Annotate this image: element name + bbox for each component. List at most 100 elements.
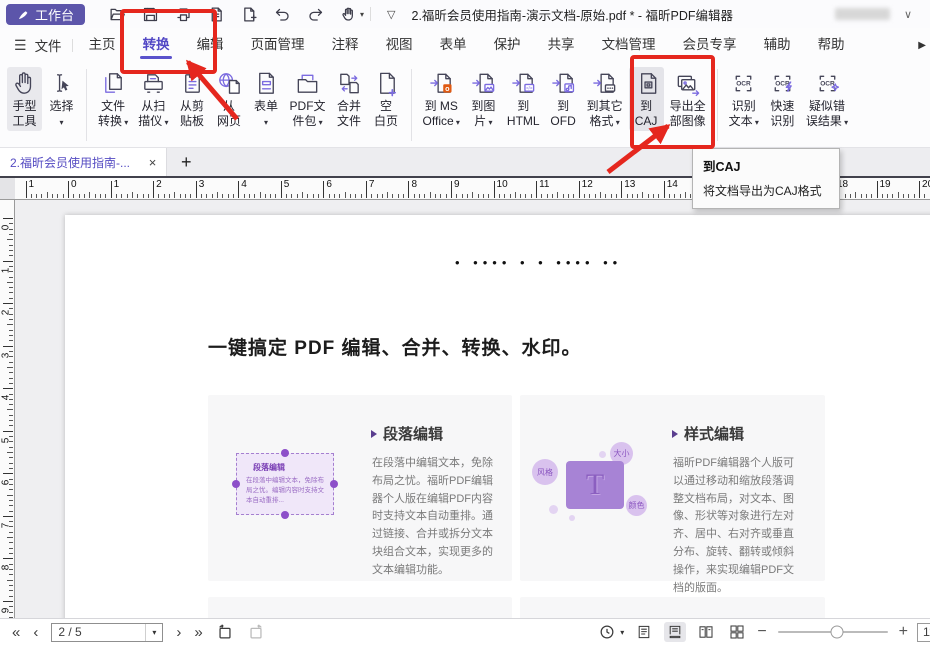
toolbar-button-到图片[interactable]: 到图 片 ▾	[466, 67, 501, 132]
rotate-caret-icon[interactable]: ▾	[620, 628, 624, 637]
page-setup-icon[interactable]	[208, 6, 225, 23]
print-icon[interactable]	[175, 6, 192, 23]
menu-tab-表单[interactable]: 表单	[440, 28, 467, 62]
toolbar-button-到HTML[interactable]: </>到 HTML	[503, 67, 544, 131]
toolbar-button-识别文本[interactable]: OCR识别 文本 ▾	[725, 67, 763, 132]
toolbar-button-手型工具[interactable]: 手型 工具	[7, 67, 42, 131]
pdf-page[interactable]: • •••• • • •••• •• 一键搞定 PDF 编辑、合并、转换、水印。…	[65, 215, 930, 618]
ruler-minor-tick	[9, 590, 13, 591]
ruler-minor-tick	[627, 194, 628, 198]
toolbar-button-选择[interactable]: 选择 ▾	[44, 67, 79, 132]
menu-tab-页面管理[interactable]: 页面管理	[251, 28, 305, 62]
document-tab[interactable]: 2.福昕会员使用指南-... ×	[0, 148, 167, 176]
continuous-view-button[interactable]	[664, 622, 686, 642]
toolbar-button-文件转换[interactable]: 文件 转换 ▾	[94, 67, 132, 132]
ruler-minor-tick	[547, 194, 548, 198]
toolbar-button-PDF文件包[interactable]: PDF文 件包 ▾	[286, 67, 330, 132]
redo-icon[interactable]	[307, 6, 324, 23]
menu-tab-转换[interactable]: 转换	[143, 28, 170, 62]
menu-tab-会员专享[interactable]: 会员专享	[683, 28, 737, 62]
toolbar-button-快速识别[interactable]: OCR快速 识别	[765, 67, 800, 131]
combobox-caret-icon[interactable]: ▾	[145, 624, 162, 641]
toolbar-button-空白页[interactable]: 空 白页	[369, 67, 404, 131]
menu-tab-编辑[interactable]: 编辑	[197, 28, 224, 62]
next-page-button[interactable]: ›	[176, 625, 181, 640]
menu-tab-主页[interactable]: 主页	[89, 28, 116, 62]
single-page-view-button[interactable]	[633, 622, 655, 642]
ruler-minor-tick	[462, 194, 463, 198]
menu-overflow-icon[interactable]: ▶	[918, 40, 926, 51]
ruler-minor-tick	[9, 255, 13, 256]
bottom-card	[208, 597, 512, 618]
zoom-value-box[interactable]: 11	[917, 623, 930, 642]
hand-tool-caret-icon[interactable]: ▾	[360, 10, 364, 19]
toolbar-button-导出全部图像[interactable]: 导出全 部图像	[666, 67, 710, 131]
toolbar-button-疑似错误结果[interactable]: OCR疑似错 误结果 ▾	[802, 67, 852, 132]
open-file-icon[interactable]	[109, 6, 126, 23]
facing-continuous-view-button[interactable]	[726, 622, 748, 642]
toolbar-button-从扫描仪[interactable]: 从扫 描仪 ▾	[134, 67, 172, 132]
ruler-minor-tick	[7, 324, 13, 325]
page-number-value: 2 / 5	[58, 625, 81, 639]
ruler-minor-tick	[653, 194, 654, 198]
facing-view-button[interactable]	[695, 622, 717, 642]
toolbar-expand-icon[interactable]: ▽	[387, 8, 395, 21]
hamburger-icon[interactable]: ☰	[14, 37, 27, 54]
menu-tab-视图[interactable]: 视图	[386, 28, 413, 62]
toolbar-button-到OFD[interactable]: 到 OFD	[546, 67, 581, 131]
dropdown-caret-icon: ▾	[316, 118, 322, 127]
ruler-minor-tick	[228, 194, 229, 198]
ruler-tick	[3, 346, 13, 347]
page-number-combobox[interactable]: 2 / 5 ▾	[51, 623, 163, 642]
ruler-tick	[877, 181, 878, 198]
ruler-minor-tick	[57, 194, 58, 198]
account-info-blurred[interactable]	[835, 8, 890, 20]
toolbar-button-合并文件[interactable]: 合并 文件	[332, 67, 367, 131]
deco-dot	[599, 451, 606, 458]
hand-tool-icon[interactable]	[340, 6, 357, 23]
toolbar-button-从网页[interactable]: 从 网页	[212, 67, 247, 131]
toolbar-button-到 MSOffice[interactable]: o到 MS Office ▾	[419, 67, 464, 132]
menu-tab-辅助[interactable]: 辅助	[764, 28, 791, 62]
save-icon[interactable]	[142, 6, 159, 23]
card-style-edit: 风格 大小 颜色 T 样式编辑 福昕PDF编辑器个人版可以通过移动和缩放段落调整…	[520, 395, 825, 581]
menu-tab-文档管理[interactable]: 文档管理	[602, 28, 656, 62]
zoom-out-button[interactable]: −	[757, 624, 766, 640]
ruler-minor-tick	[611, 194, 612, 198]
account-chevron-icon[interactable]: ∨	[904, 8, 912, 21]
ruler-minor-tick	[892, 194, 893, 198]
first-page-button[interactable]: «	[12, 625, 20, 640]
toolbar-button-表单[interactable]: 表单 ▾	[249, 67, 284, 132]
zoom-in-button[interactable]: +	[899, 624, 908, 640]
toolbar-button-从剪贴板[interactable]: 从剪 贴板	[175, 67, 210, 131]
rotate-view-button[interactable]	[598, 623, 616, 641]
menu-tab-帮助[interactable]: 帮助	[818, 28, 845, 62]
previous-view-button[interactable]	[216, 623, 234, 641]
next-view-button[interactable]	[247, 623, 265, 641]
workspace-button[interactable]: 工作台	[6, 4, 85, 25]
last-page-button[interactable]: »	[194, 625, 202, 640]
statusbar-right: ▾ − + 11	[598, 619, 930, 645]
menu-tab-注释[interactable]: 注释	[332, 28, 359, 62]
toolbar-button-到CAJ[interactable]: 到 CAJ	[629, 67, 664, 131]
menu-tab-共享[interactable]: 共享	[548, 28, 575, 62]
zoom-slider-thumb[interactable]	[831, 626, 844, 639]
undo-icon[interactable]	[274, 6, 291, 23]
zoom-slider[interactable]	[778, 631, 888, 633]
ruler-minor-tick	[9, 553, 13, 554]
toolbar-button-label: 到 HTML	[507, 99, 540, 129]
ruler-minor-tick	[9, 372, 13, 373]
ruler-minor-tick	[9, 596, 13, 597]
toolbar-button-到其它格式[interactable]: 到其它 格式 ▾	[583, 67, 627, 132]
menu-file[interactable]: 文件	[35, 35, 62, 55]
new-tab-button[interactable]: +	[181, 153, 192, 171]
tab-close-icon[interactable]: ×	[145, 155, 160, 170]
prev-page-button[interactable]: ‹	[33, 625, 38, 640]
new-doc-icon[interactable]	[241, 6, 258, 23]
ruler-minor-tick	[116, 194, 117, 198]
ruler-minor-tick	[9, 362, 13, 363]
ruler-minor-tick	[52, 194, 53, 198]
menu-tab-保护[interactable]: 保护	[494, 28, 521, 62]
ruler-tick	[621, 181, 622, 198]
ruler-minor-tick	[9, 420, 13, 421]
